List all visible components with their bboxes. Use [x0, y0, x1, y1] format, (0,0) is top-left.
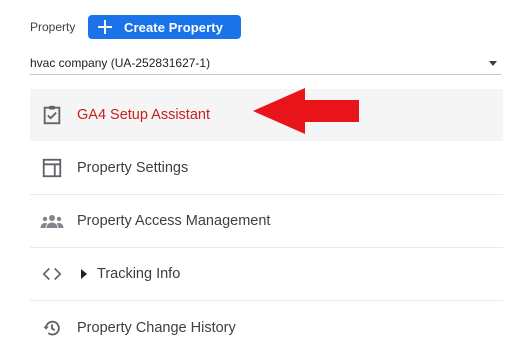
dropdown-caret-icon[interactable] — [489, 61, 497, 66]
create-property-label: Create Property — [124, 19, 224, 35]
menu-item-property-access-management[interactable]: Property Access Management — [30, 195, 503, 248]
people-group-icon — [40, 209, 64, 233]
window-layout-icon — [40, 156, 64, 180]
code-brackets-icon — [40, 262, 64, 286]
menu-item-tracking-info[interactable]: Tracking Info — [30, 248, 503, 301]
property-selector[interactable]: hvac company (UA-252831627-1) — [30, 52, 501, 75]
property-label: Property — [30, 20, 76, 34]
create-property-button[interactable]: Create Property — [88, 15, 241, 39]
menu-item-label: Property Change History — [77, 319, 236, 336]
plus-icon — [98, 20, 112, 34]
menu-item-property-settings[interactable]: Property Settings — [30, 142, 503, 195]
menu-item-label: Property Access Management — [77, 213, 271, 229]
menu-item-property-change-history[interactable]: Property Change History — [30, 301, 503, 354]
menu-item-label: Property Settings — [77, 160, 189, 176]
annotation-arrow-icon — [253, 88, 359, 134]
history-icon — [40, 316, 64, 340]
expand-triangle-icon[interactable] — [81, 269, 87, 279]
clipboard-check-icon — [40, 103, 64, 127]
menu-item-label: GA4 Setup Assistant — [77, 107, 210, 123]
property-selector-value: hvac company (UA-252831627-1) — [30, 56, 211, 70]
menu-item-label: Tracking Info — [97, 266, 181, 282]
